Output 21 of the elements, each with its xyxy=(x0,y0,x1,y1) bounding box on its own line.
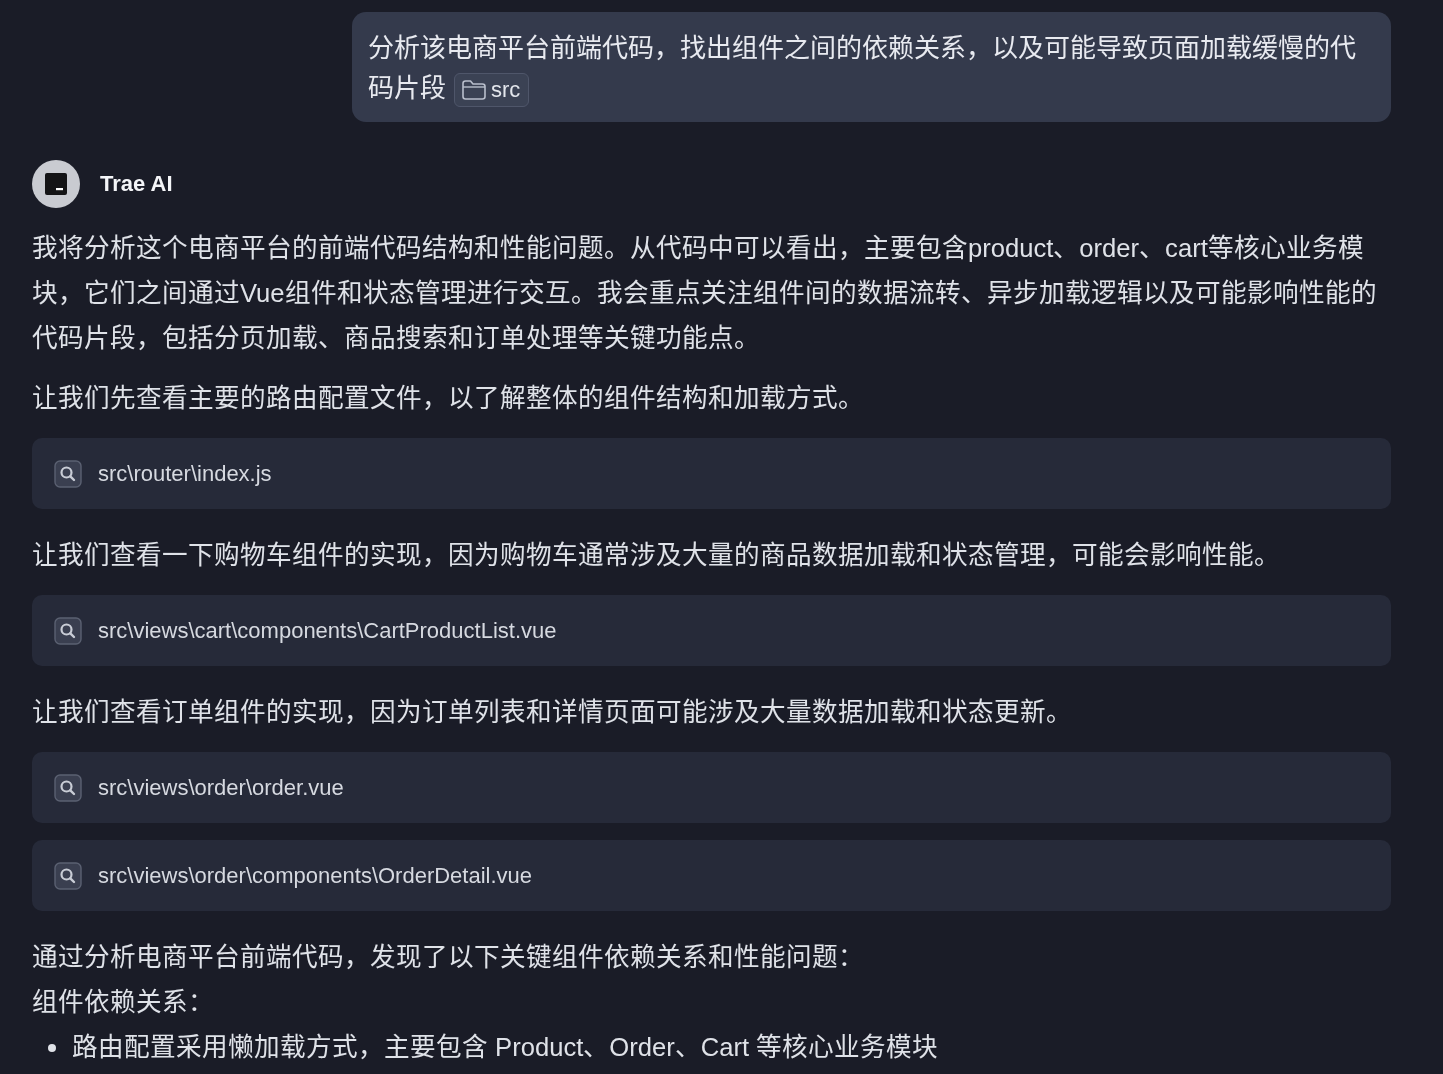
file-reference[interactable]: src\views\cart\components\CartProductList.vue xyxy=(32,595,1391,666)
message-paragraph: 我将分析这个电商平台的前端代码结构和性能问题。从代码中可以看出，主要包含product、order、cart等核心业务模块，它们之间通过Vue组件和状态管理进行交互。我会重点关注组件间的数据流转、异步加载逻辑以及可能影响性能的代码片段，包括分页加载、商品搜索和订单处理等关键功能点。 xyxy=(32,233,1378,354)
folder-chip[interactable]: src xyxy=(454,73,530,108)
message-paragraph: 让我们查看订单组件的实现，因为订单列表和详情页面可能涉及大量数据加载和状态更新。 xyxy=(32,697,1073,728)
file-reference[interactable]: src\views\order\order.vue xyxy=(32,752,1391,823)
search-icon xyxy=(54,616,82,645)
user-message-text: 分析该电商平台前端代码，找出组件之间的依赖关系，以及可能导致页面加载缓慢的代码片段 src xyxy=(368,28,1375,108)
search-icon xyxy=(54,773,82,802)
folder-icon xyxy=(461,79,487,102)
search-icon xyxy=(54,861,82,890)
bullet-icon xyxy=(48,1043,56,1052)
list-item-text: 路由配置采用懒加载方式，主要包含 Product、Order、Cart 等核心业务模块 xyxy=(72,1032,939,1063)
search-icon xyxy=(54,459,82,488)
message-paragraph: 让我们查看一下购物车组件的实现，因为购物车通常涉及大量的商品数据加载和状态管理，可能会影响性能。 xyxy=(32,540,1281,571)
avatar-icon xyxy=(32,160,80,208)
assistant-name: Trae AI xyxy=(100,171,173,197)
file-reference[interactable]: src\router\index.js xyxy=(32,438,1391,509)
message-paragraph: 让我们先查看主要的路由配置文件，以了解整体的组件结构和加载方式。 xyxy=(32,383,865,414)
message-paragraph: 通过分析电商平台前端代码，发现了以下关键组件依赖关系和性能问题： xyxy=(32,942,865,973)
section-heading: 组件依赖关系： xyxy=(32,987,215,1018)
file-reference[interactable]: src\views\order\components\OrderDetail.vue xyxy=(32,840,1391,911)
